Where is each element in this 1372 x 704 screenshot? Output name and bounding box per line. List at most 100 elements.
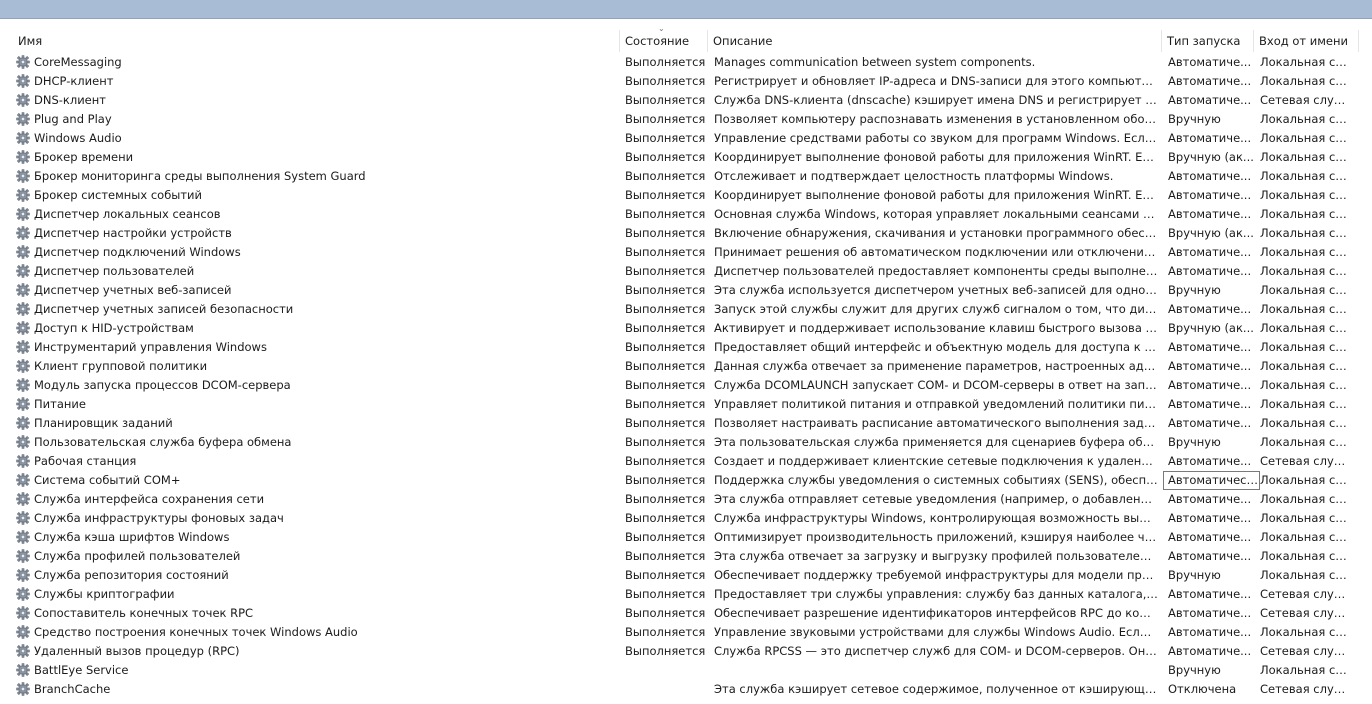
service-startup-type[interactable]: Автоматиче...: [1168, 509, 1254, 528]
service-startup-type[interactable]: Автоматиче...: [1168, 72, 1254, 91]
column-header-startup-type[interactable]: Тип запуска: [1161, 30, 1254, 52]
service-startup-type[interactable]: Автоматиче...: [1168, 395, 1254, 414]
service-startup-type[interactable]: Автоматиче...: [1168, 129, 1254, 148]
service-name-cell[interactable]: Plug and Play: [16, 110, 616, 129]
service-name-cell[interactable]: Средство построения конечных точек Windo…: [16, 623, 616, 642]
table-row[interactable]: Диспетчер учетных записей безопасности Вы…: [0, 300, 1372, 319]
table-row[interactable]: Диспетчер подключений Windows Выполняется…: [0, 243, 1372, 262]
service-startup-type[interactable]: Автоматиче...: [1168, 262, 1254, 281]
table-row[interactable]: Службы криптографии Выполняется Предоставл…: [0, 585, 1372, 604]
table-row[interactable]: Доступ к HID-устройствам Выполняется Актив…: [0, 319, 1372, 338]
table-row[interactable]: Средство построения конечных точек Windo…: [0, 623, 1372, 642]
service-startup-type[interactable]: Автоматиче...: [1168, 623, 1254, 642]
service-name-cell[interactable]: Система событий COM+: [16, 471, 616, 490]
table-row[interactable]: Удаленный вызов процедур (RPC) Выполняетс…: [0, 642, 1372, 661]
service-startup-type[interactable]: Вручную: [1168, 566, 1254, 585]
table-row[interactable]: Брокер времени Выполняется Координирует вы…: [0, 148, 1372, 167]
service-name-cell[interactable]: Модуль запуска процессов DCOM-сервера: [16, 376, 616, 395]
service-name-cell[interactable]: Диспетчер учетных записей безопасности: [16, 300, 616, 319]
service-name-cell[interactable]: Диспетчер пользователей: [16, 262, 616, 281]
service-name-cell[interactable]: Windows Audio: [16, 129, 616, 148]
table-row[interactable]: Диспетчер учетных веб-записей Выполняется…: [0, 281, 1372, 300]
table-row[interactable]: Windows Audio Выполняется Управление средс…: [0, 129, 1372, 148]
table-row[interactable]: Брокер системных событий Выполняется Коорд…: [0, 186, 1372, 205]
service-startup-type[interactable]: Автоматиче...: [1168, 357, 1254, 376]
service-name-cell[interactable]: Диспетчер настройки устройств: [16, 224, 616, 243]
service-name-cell[interactable]: Диспетчер локальных сеансов: [16, 205, 616, 224]
table-row[interactable]: Брокер мониторинга среды выполнения Syst…: [0, 167, 1372, 186]
table-row[interactable]: Служба интерфейса сохранения сети Выполня…: [0, 490, 1372, 509]
table-row[interactable]: BattlEye Service Вручную Локальная сис...: [0, 661, 1372, 680]
table-row[interactable]: DNS-клиент Выполняется Служба DNS-клиента …: [0, 91, 1372, 110]
table-row[interactable]: Служба репозитория состояний Выполняется О…: [0, 566, 1372, 585]
table-row[interactable]: Рабочая станция Выполняется Создает и подд…: [0, 452, 1372, 471]
service-name-cell[interactable]: Доступ к HID-устройствам: [16, 319, 616, 338]
service-startup-type[interactable]: Автоматиче...: [1168, 91, 1254, 110]
service-startup-type[interactable]: Вручную (ак...: [1168, 148, 1254, 167]
service-startup-type[interactable]: Автоматиче...: [1168, 528, 1254, 547]
service-name-cell[interactable]: Диспетчер подключений Windows: [16, 243, 616, 262]
service-name-cell[interactable]: Удаленный вызов процедур (RPC): [16, 642, 616, 661]
table-row[interactable]: Служба профилей пользователей Выполняется…: [0, 547, 1372, 566]
table-row[interactable]: Инструментарий управления Windows Выполня…: [0, 338, 1372, 357]
table-row[interactable]: Планировщик заданий Выполняется Позволяет …: [0, 414, 1372, 433]
service-startup-type[interactable]: Автоматиче...: [1168, 300, 1254, 319]
service-startup-type[interactable]: Вручную (ак...: [1168, 319, 1254, 338]
service-name-cell[interactable]: DNS-клиент: [16, 91, 616, 110]
service-startup-type[interactable]: Автоматиче...: [1168, 205, 1254, 224]
service-name-cell[interactable]: Диспетчер учетных веб-записей: [16, 281, 616, 300]
table-row[interactable]: Клиент групповой политики Выполняется Данн…: [0, 357, 1372, 376]
service-name-cell[interactable]: Питание: [16, 395, 616, 414]
table-row[interactable]: Служба инфраструктуры фоновых задач Выпол…: [0, 509, 1372, 528]
table-row[interactable]: Пользовательская служба буфера обмена Вып…: [0, 433, 1372, 452]
service-startup-type[interactable]: Автоматиче...: [1168, 167, 1254, 186]
service-startup-type[interactable]: Автоматиче...: [1168, 585, 1254, 604]
table-row[interactable]: Система событий COM+ Выполняется Поддержка…: [0, 471, 1372, 490]
service-startup-type[interactable]: Автоматиче...: [1168, 414, 1254, 433]
service-name-cell[interactable]: CoreMessaging: [16, 53, 616, 72]
service-name-cell[interactable]: Клиент групповой политики: [16, 357, 616, 376]
service-name-cell[interactable]: Инструментарий управления Windows: [16, 338, 616, 357]
service-name-cell[interactable]: Брокер системных событий: [16, 186, 616, 205]
service-startup-type[interactable]: Автоматиче...: [1168, 186, 1254, 205]
table-row[interactable]: Служба кэша шрифтов Windows Выполняется Оп…: [0, 528, 1372, 547]
table-row[interactable]: Plug and Play Выполняется Позволяет компью…: [0, 110, 1372, 129]
service-startup-type[interactable]: Автоматиче...: [1168, 604, 1254, 623]
service-name-cell[interactable]: BattlEye Service: [16, 661, 616, 680]
column-header-logon-as[interactable]: Вход от имени: [1253, 30, 1359, 52]
service-startup-type[interactable]: Автоматически: [1163, 471, 1260, 490]
service-startup-type[interactable]: Вручную: [1168, 433, 1254, 452]
service-name-cell[interactable]: Рабочая станция: [16, 452, 616, 471]
service-startup-type[interactable]: Автоматиче...: [1168, 490, 1254, 509]
service-name-cell[interactable]: Сопоставитель конечных точек RPC: [16, 604, 616, 623]
table-row[interactable]: CoreMessaging Выполняется Manages communic…: [0, 53, 1372, 72]
service-startup-type[interactable]: Отключена: [1168, 680, 1254, 699]
service-startup-type[interactable]: Вручную: [1168, 281, 1254, 300]
service-startup-type[interactable]: Автоматиче...: [1168, 452, 1254, 471]
service-name-cell[interactable]: Пользовательская служба буфера обмена: [16, 433, 616, 452]
service-startup-type[interactable]: Вручную: [1168, 110, 1254, 129]
service-startup-type[interactable]: Автоматиче...: [1168, 547, 1254, 566]
service-name-cell[interactable]: BranchCache: [16, 680, 616, 699]
table-row[interactable]: Питание Выполняется Управляет политикой пи…: [0, 395, 1372, 414]
table-row[interactable]: Сопоставитель конечных точек RPC Выполняе…: [0, 604, 1372, 623]
service-name-cell[interactable]: Служба кэша шрифтов Windows: [16, 528, 616, 547]
table-row[interactable]: BranchCache Эта служба кэширует сетевое с…: [0, 680, 1372, 699]
service-name-cell[interactable]: Планировщик заданий: [16, 414, 616, 433]
service-startup-type[interactable]: Автоматиче...: [1168, 243, 1254, 262]
column-header-name[interactable]: Имя: [12, 30, 620, 52]
service-startup-type[interactable]: Автоматиче...: [1168, 376, 1254, 395]
table-row[interactable]: DHCP-клиент Выполняется Регистрирует и обн…: [0, 72, 1372, 91]
service-name-cell[interactable]: Служба профилей пользователей: [16, 547, 616, 566]
column-header-description[interactable]: Описание: [707, 30, 1162, 52]
service-name-cell[interactable]: Служба инфраструктуры фоновых задач: [16, 509, 616, 528]
service-name-cell[interactable]: DHCP-клиент: [16, 72, 616, 91]
table-row[interactable]: Диспетчер пользователей Выполняется Диспет…: [0, 262, 1372, 281]
service-startup-type[interactable]: Автоматиче...: [1168, 338, 1254, 357]
service-startup-type[interactable]: Автоматиче...: [1168, 53, 1254, 72]
service-name-cell[interactable]: Служба репозитория состояний: [16, 566, 616, 585]
service-name-cell[interactable]: Служба интерфейса сохранения сети: [16, 490, 616, 509]
service-startup-type[interactable]: Вручную (ак...: [1168, 224, 1254, 243]
table-row[interactable]: Диспетчер настройки устройств Выполняется…: [0, 224, 1372, 243]
table-row[interactable]: Диспетчер локальных сеансов Выполняется Ос…: [0, 205, 1372, 224]
